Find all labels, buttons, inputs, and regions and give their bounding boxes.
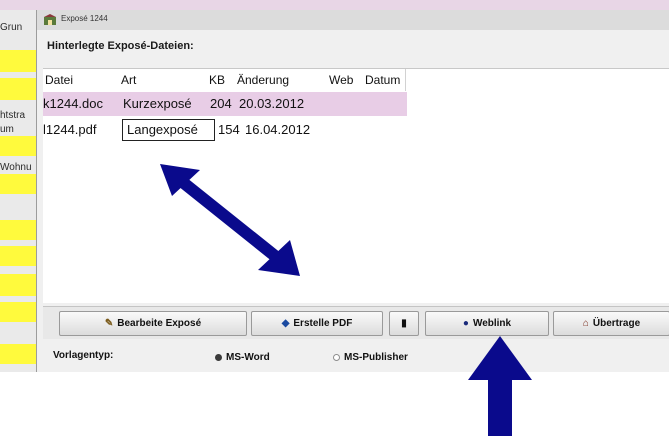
annotation-arrows [160, 164, 532, 436]
up-arrow-annotation [468, 336, 532, 436]
double-arrow-annotation [160, 164, 300, 276]
